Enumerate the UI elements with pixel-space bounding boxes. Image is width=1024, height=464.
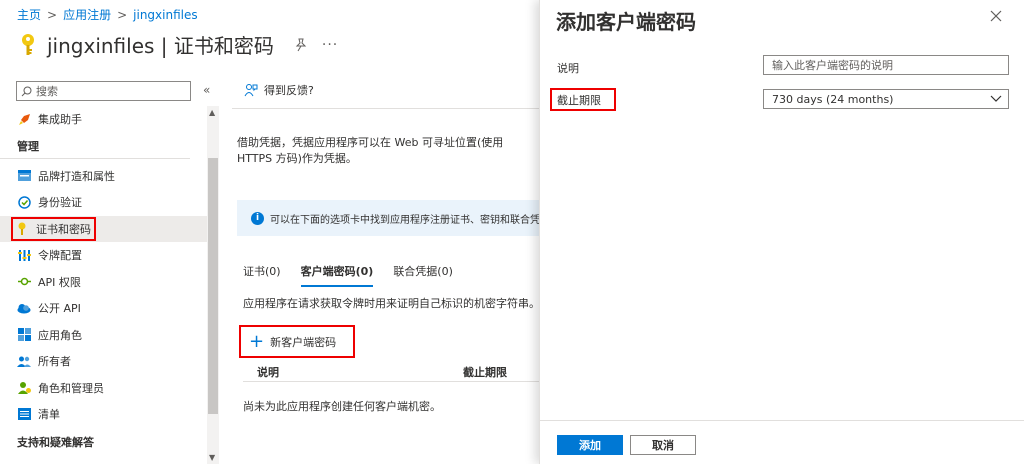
token-config-icon bbox=[17, 248, 31, 262]
sidebar-item-app-roles[interactable]: 应用角色 bbox=[0, 322, 207, 349]
tabs: 证书(0) 客户端密码(0) 联合凭据(0) bbox=[243, 263, 453, 287]
search-placeholder: 搜索 bbox=[36, 85, 58, 98]
sidebar-scrollbar[interactable]: ▲ ▼ bbox=[207, 106, 219, 464]
tab-certificates[interactable]: 证书(0) bbox=[243, 263, 281, 287]
sidebar-item-integration-assistant[interactable]: 集成助手 bbox=[0, 106, 207, 133]
rocket-icon bbox=[17, 112, 31, 126]
sidebar-item-branding[interactable]: 品牌打造和属性 bbox=[0, 163, 207, 190]
scrollbar-thumb[interactable] bbox=[208, 158, 218, 414]
expires-label: 截止期限 bbox=[550, 88, 616, 111]
sidebar-item-authentication[interactable]: 身份验证 bbox=[0, 189, 207, 216]
sidebar-item-label: 应用角色 bbox=[38, 328, 82, 342]
panel-title: 添加客户端密码 bbox=[556, 10, 696, 34]
table-header: 说明 截止期限 bbox=[243, 362, 540, 382]
sidebar-item-expose-api[interactable]: 公开 API bbox=[0, 295, 207, 322]
more-options-icon[interactable]: ··· bbox=[322, 37, 338, 53]
sidebar-search-input[interactable]: 搜索 bbox=[16, 81, 191, 101]
active-item-highlight: 证书和密码 bbox=[11, 216, 96, 241]
empty-state-text: 尚未为此应用程序创建任何客户端机密。 bbox=[243, 400, 441, 413]
column-header-description[interactable]: 说明 bbox=[257, 364, 279, 380]
manifest-icon bbox=[17, 407, 31, 421]
sidebar-item-label: 集成助手 bbox=[38, 113, 82, 127]
scroll-up-icon[interactable]: ▲ bbox=[209, 108, 215, 117]
sidebar-item-label: 令牌配置 bbox=[38, 249, 82, 263]
expires-select[interactable]: 730 days (24 months) bbox=[763, 89, 1009, 109]
expires-label-text: 截止期限 bbox=[557, 93, 601, 107]
key-icon bbox=[15, 222, 29, 236]
chevron-down-icon bbox=[990, 95, 1002, 102]
sidebar-section-manage: 管理 bbox=[0, 133, 190, 159]
info-banner-text: 可以在下面的选项卡中找到应用程序注册证书、密钥和联合凭 bbox=[270, 214, 540, 226]
cancel-button[interactable]: 取消 bbox=[630, 435, 696, 455]
description-placeholder: 输入此客户端密码的说明 bbox=[772, 59, 893, 72]
api-permissions-icon bbox=[17, 275, 31, 289]
sidebar-item-label: 品牌打造和属性 bbox=[38, 169, 115, 183]
scroll-down-icon[interactable]: ▼ bbox=[209, 453, 215, 462]
sidebar: 搜索 « 集成助手 管理 品牌打造和属性 身份验证 证书和密码 令牌配置 API… bbox=[0, 78, 220, 464]
tab-description: 应用程序在请求获取令牌时用来证明自己标识的机密字符串。subscription bbox=[243, 297, 540, 310]
search-icon bbox=[21, 86, 32, 96]
description-label: 说明 bbox=[557, 62, 579, 75]
feedback-label: 得到反馈? bbox=[264, 84, 314, 97]
cloud-icon bbox=[17, 301, 31, 315]
sidebar-item-manifest[interactable]: 清单 bbox=[0, 401, 207, 428]
authentication-icon bbox=[17, 195, 31, 209]
plus-icon: + bbox=[249, 330, 265, 352]
breadcrumb-separator: > bbox=[117, 7, 128, 22]
breadcrumb-home[interactable]: 主页 bbox=[17, 6, 41, 23]
breadcrumb-app-registrations[interactable]: 应用注册 bbox=[63, 6, 111, 23]
sidebar-item-token-configuration[interactable]: 令牌配置 bbox=[0, 242, 207, 269]
new-client-secret-button[interactable]: + 新客户端密码 bbox=[239, 325, 355, 358]
sidebar-item-label: 角色和管理员 bbox=[38, 381, 104, 395]
roles-admins-icon bbox=[17, 381, 31, 395]
sidebar-item-label: 清单 bbox=[38, 408, 60, 422]
add-client-secret-panel: 添加客户端密码 说明 输入此客户端密码的说明 截止期限 730 days (24… bbox=[539, 0, 1024, 464]
sidebar-item-api-permissions[interactable]: API 权限 bbox=[0, 269, 207, 296]
page-header: jingxinfiles | 证书和密码 ··· bbox=[17, 30, 338, 59]
description-input[interactable]: 输入此客户端密码的说明 bbox=[763, 55, 1009, 75]
sidebar-item-certificates-secrets[interactable]: 证书和密码 bbox=[0, 215, 207, 242]
sidebar-item-roles-administrators[interactable]: 角色和管理员 bbox=[0, 375, 207, 402]
breadcrumb-separator: > bbox=[47, 7, 58, 22]
close-icon[interactable] bbox=[990, 10, 1002, 22]
collapse-sidebar-icon[interactable]: « bbox=[203, 83, 210, 97]
add-button[interactable]: 添加 bbox=[557, 435, 623, 455]
page-title: jingxinfiles | 证书和密码 bbox=[47, 34, 274, 58]
tab-federated-credentials[interactable]: 联合凭据(0) bbox=[393, 263, 453, 287]
panel-footer-divider bbox=[540, 420, 1024, 421]
app-roles-icon bbox=[17, 328, 31, 342]
divider bbox=[232, 108, 540, 109]
sidebar-list: 集成助手 管理 品牌打造和属性 身份验证 证书和密码 令牌配置 API 权限 公… bbox=[0, 106, 207, 458]
info-banner: i 可以在下面的选项卡中找到应用程序注册证书、密钥和联合凭 bbox=[237, 200, 540, 236]
expires-selected-value: 730 days (24 months) bbox=[772, 92, 894, 106]
branding-icon bbox=[17, 169, 31, 183]
page-description: 借助凭据，凭据应用程序可以在 Web 可寻址位置(使用 HTTPS 方码)作为凭… bbox=[237, 136, 504, 165]
new-client-secret-label: 新客户端密码 bbox=[270, 335, 337, 349]
pin-icon[interactable] bbox=[294, 38, 308, 52]
sidebar-item-label: 身份验证 bbox=[38, 196, 82, 210]
sidebar-item-label: 所有者 bbox=[38, 355, 71, 369]
tab-client-secrets[interactable]: 客户端密码(0) bbox=[300, 263, 374, 287]
sidebar-section-support: 支持和疑难解答 bbox=[17, 435, 94, 449]
sidebar-item-owners[interactable]: 所有者 bbox=[0, 348, 207, 375]
info-icon: i bbox=[251, 211, 264, 225]
breadcrumb-app[interactable]: jingxinfiles bbox=[133, 8, 197, 22]
breadcrumb: 主页 > 应用注册 > jingxinfiles bbox=[17, 6, 198, 23]
owners-icon bbox=[17, 354, 31, 368]
sidebar-item-label: 证书和密码 bbox=[36, 222, 91, 236]
sidebar-item-label: API 权限 bbox=[38, 275, 81, 289]
sidebar-item-label: 公开 API bbox=[38, 302, 81, 316]
key-icon bbox=[22, 33, 34, 55]
feedback-icon bbox=[244, 84, 258, 97]
column-header-expires[interactable]: 截止期限 bbox=[463, 364, 507, 380]
feedback-link[interactable]: 得到反馈? bbox=[244, 82, 314, 98]
